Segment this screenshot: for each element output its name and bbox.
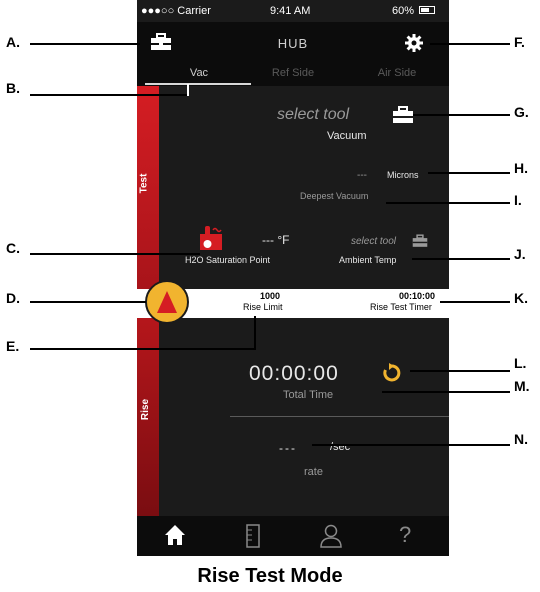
rate-unit: /sec (330, 441, 351, 453)
annotation-i: I. (514, 192, 522, 208)
leader-line-e (30, 348, 255, 350)
rate-label: rate (304, 466, 323, 478)
ruler-icon[interactable] (246, 524, 260, 548)
rise-limit-value[interactable]: 1000 (260, 291, 280, 301)
bottom-tab-bar: ? (137, 516, 449, 556)
rise-label: Rise (140, 398, 152, 421)
nav-bar: HUB (137, 22, 449, 64)
gear-icon[interactable] (405, 34, 423, 52)
leader-line-e-riser (254, 316, 256, 350)
annotation-n: N. (514, 431, 528, 447)
annotation-j: J. (514, 246, 526, 262)
annotation-c: C. (6, 240, 20, 256)
battery-text: 60% (392, 5, 415, 17)
thermometer-icon (200, 226, 222, 250)
clock-text: 9:41 AM (270, 5, 311, 17)
tab-ref-side[interactable]: Ref Side (241, 67, 345, 79)
rate-value: --- (279, 441, 297, 455)
microns-unit: Microns (387, 170, 419, 180)
rise-timer-value[interactable]: 00:10:00 (399, 291, 435, 301)
leader-line-g (413, 114, 510, 116)
h2o-label: H2O Saturation Point (185, 255, 271, 265)
reset-icon[interactable] (381, 363, 401, 383)
warning-button[interactable] (145, 280, 189, 324)
rise-limit-label: Rise Limit (243, 302, 283, 312)
deepest-vacuum-label: Deepest Vacuum (300, 191, 369, 201)
leader-line-l (410, 370, 510, 372)
annotation-e: E. (6, 338, 20, 354)
leader-line-h (428, 172, 510, 174)
leader-line-i (386, 202, 510, 204)
leader-line-j (412, 258, 510, 260)
annotation-f: F. (514, 34, 525, 50)
help-icon[interactable]: ? (399, 522, 411, 548)
test-side-band: Test (137, 86, 159, 289)
user-icon[interactable] (320, 524, 342, 548)
total-time-value: 00:00:00 (249, 362, 339, 385)
leader-line-f (430, 43, 510, 45)
annotation-m: M. (514, 378, 530, 394)
leader-line-m (382, 391, 510, 393)
leader-line-d (30, 301, 146, 303)
ambient-label: Ambient Temp (339, 255, 397, 265)
home-icon[interactable] (164, 524, 186, 546)
leader-line-b-tick (187, 84, 189, 96)
active-tab-indicator (145, 83, 251, 85)
leader-line-k (440, 301, 510, 303)
warning-triangle-icon (157, 291, 177, 313)
vacuum-select-tool[interactable]: select tool (277, 106, 349, 124)
tab-vac[interactable]: Vac (147, 67, 251, 79)
annotation-a: A. (6, 34, 20, 50)
leader-line-n (312, 444, 510, 446)
test-label: Test (138, 173, 150, 194)
leader-line-c (30, 253, 200, 255)
total-time-label: Total Time (283, 389, 334, 401)
ambient-toolbox-icon[interactable] (412, 234, 428, 248)
status-bar: ●●●○○ Carrier 9:41 AM 60% (137, 0, 449, 22)
annotation-l: L. (514, 355, 527, 371)
h2o-value: --- °F (262, 233, 290, 247)
annotation-g: G. (514, 104, 529, 120)
divider (230, 416, 449, 417)
rise-timer-label: Rise Test Timer (370, 302, 432, 312)
battery-icon (419, 6, 435, 14)
page-title: HUB (277, 36, 309, 51)
carrier-text: ●●●○○ Carrier (141, 5, 211, 17)
annotation-d: D. (6, 290, 20, 306)
microns-value: --- (357, 170, 367, 181)
vacuum-label: Vacuum (327, 130, 367, 142)
tab-air-side[interactable]: Air Side (345, 67, 449, 79)
caption: Rise Test Mode (197, 565, 343, 587)
phone-screen: ●●●○○ Carrier 9:41 AM 60% HUB Vac Ref Si… (137, 0, 449, 556)
vacuum-toolbox-icon[interactable] (392, 106, 414, 124)
annotation-h: H. (514, 160, 528, 176)
tab-bar: Vac Ref Side Air Side (137, 64, 449, 86)
annotation-k: K. (514, 290, 528, 306)
annotation-b: B. (6, 80, 20, 96)
leader-line-b (30, 94, 188, 96)
ambient-select-tool[interactable]: select tool (351, 236, 396, 247)
leader-line-a (30, 43, 140, 45)
